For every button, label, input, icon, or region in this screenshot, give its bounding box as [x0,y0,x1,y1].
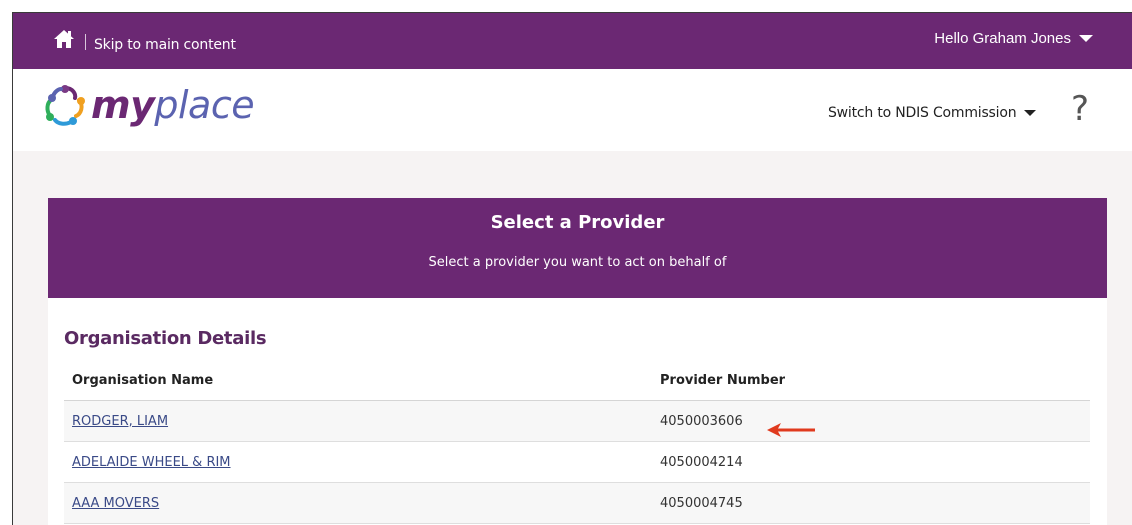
table-row: AAA MOVERS 4050004745 [64,482,1090,524]
switch-label: Switch to NDIS Commission [828,105,1017,121]
help-icon[interactable]: ? [1071,89,1089,129]
header: myplace Switch to NDIS Commission ? [13,69,1132,151]
organisation-details-card: Organisation Details Organisation Name P… [48,298,1107,525]
table-row: ADELAIDE WHEEL & RIM 4050004214 [64,441,1090,483]
annotation-arrow-icon [767,423,815,437]
home-icon[interactable] [53,29,75,49]
organisation-link[interactable]: AAA MOVERS [72,496,159,511]
user-menu[interactable]: Hello Graham Jones [934,30,1093,47]
provider-number-cell: 4050004214 [652,441,1090,483]
logo-wordmark: myplace [91,83,255,127]
organisation-table: Organisation Name Provider Number RODGER… [64,360,1090,524]
organisation-link[interactable]: RODGER, LIAM [72,414,168,429]
column-header-provider-number: Provider Number [652,360,1090,401]
column-header-organisation-name: Organisation Name [64,360,652,401]
provider-number-cell: 4050004745 [652,482,1090,524]
select-provider-banner: Select a Provider Select a provider you … [48,198,1107,298]
provider-number-cell: 4050003606 [652,400,1090,442]
page-subtitle: Select a provider you want to act on beh… [428,255,727,270]
organisation-name-cell: ADELAIDE WHEEL & RIM [64,441,652,483]
chevron-down-icon [1024,110,1037,116]
organisation-name-cell: RODGER, LIAM [64,400,652,442]
star-people-logo-icon [45,85,85,126]
section-title: Organisation Details [64,328,267,349]
table-header-row: Organisation Name Provider Number [64,360,1090,401]
myplace-logo[interactable]: myplace [43,83,255,127]
table-row: RODGER, LIAM 4050003606 [64,400,1090,442]
logo-place: place [154,83,255,127]
page-title: Select a Provider [490,212,665,233]
user-greeting: Hello Graham Jones [934,30,1071,47]
organisation-link[interactable]: ADELAIDE WHEEL & RIM [72,455,231,470]
divider [85,34,86,50]
organisation-name-cell: AAA MOVERS [64,482,652,524]
logo-my: my [91,83,155,127]
top-bar: Skip to main content Hello Graham Jones [13,13,1132,69]
app-window: Skip to main content Hello Graham Jones … [12,12,1132,525]
skip-to-main-link[interactable]: Skip to main content [94,37,236,53]
switch-portal-menu[interactable]: Switch to NDIS Commission [828,105,1037,121]
chevron-down-icon [1079,35,1093,42]
